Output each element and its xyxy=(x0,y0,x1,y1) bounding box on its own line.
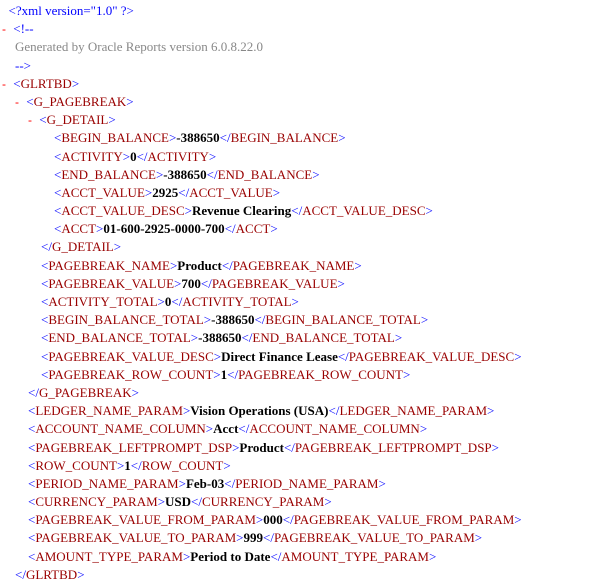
row-period-name-param: <PERIOD_NAME_PARAM>Feb-03</PERIOD_NAME_P… xyxy=(2,475,605,493)
row-pagebreak-value: <PAGEBREAK_VALUE>700</PAGEBREAK_VALUE> xyxy=(2,275,605,293)
row-pagebreak-row-count: <PAGEBREAK_ROW_COUNT>1</PAGEBREAK_ROW_CO… xyxy=(2,366,605,384)
row-pagebreak-leftprompt-dsp: <PAGEBREAK_LEFTPROMPT_DSP>Product</PAGEB… xyxy=(2,439,605,457)
row-amount-type-param: <AMOUNT_TYPE_PARAM>Period to Date</AMOUN… xyxy=(2,548,605,566)
close-G_DETAIL: </G_DETAIL> xyxy=(2,238,605,256)
row-row-count: <ROW_COUNT>1</ROW_COUNT> xyxy=(2,457,605,475)
comment-open: - <!-- xyxy=(2,20,605,38)
comment-text: Generated by Oracle Reports version 6.0.… xyxy=(2,38,605,56)
toggle-icon[interactable]: - xyxy=(2,77,6,91)
open-G_PAGEBREAK: - <G_PAGEBREAK> xyxy=(2,93,605,111)
open-GLRTBD: - <GLRTBD> xyxy=(2,75,605,93)
row-end-balance: <END_BALANCE>-388650</END_BALANCE> xyxy=(2,166,605,184)
row-acct-value: <ACCT_VALUE>2925</ACCT_VALUE> xyxy=(2,184,605,202)
toggle-icon[interactable]: - xyxy=(15,95,19,109)
row-acct-value-desc: <ACCT_VALUE_DESC>Revenue Clearing</ACCT_… xyxy=(2,202,605,220)
row-pagebreak-value-from-param: <PAGEBREAK_VALUE_FROM_PARAM>000</PAGEBRE… xyxy=(2,511,605,529)
toggle-icon[interactable]: - xyxy=(2,22,6,36)
row-activity-total: <ACTIVITY_TOTAL>0</ACTIVITY_TOTAL> xyxy=(2,293,605,311)
open-G_DETAIL: - <G_DETAIL> xyxy=(2,111,605,129)
row-pagebreak-value-desc: <PAGEBREAK_VALUE_DESC>Direct Finance Lea… xyxy=(2,348,605,366)
row-currency-param: <CURRENCY_PARAM>USD</CURRENCY_PARAM> xyxy=(2,493,605,511)
comment-close: --> xyxy=(2,57,605,75)
row-account-name-column: <ACCOUNT_NAME_COLUMN>Acct</ACCOUNT_NAME_… xyxy=(2,420,605,438)
row-acct: <ACCT>01-600-2925-0000-700</ACCT> xyxy=(2,220,605,238)
row-ledger-name-param: <LEDGER_NAME_PARAM>Vision Operations (US… xyxy=(2,402,605,420)
close-G_PAGEBREAK: </G_PAGEBREAK> xyxy=(2,384,605,402)
toggle-icon[interactable]: - xyxy=(28,113,32,127)
row-begin-balance: <BEGIN_BALANCE>-388650</BEGIN_BALANCE> xyxy=(2,129,605,147)
row-begin-balance-total: <BEGIN_BALANCE_TOTAL>-388650</BEGIN_BALA… xyxy=(2,311,605,329)
row-pagebreak-value-to-param: <PAGEBREAK_VALUE_TO_PARAM>999</PAGEBREAK… xyxy=(2,529,605,547)
xml-declaration: <?xml version="1.0" ?> xyxy=(2,2,605,20)
row-end-balance-total: <END_BALANCE_TOTAL>-388650</END_BALANCE_… xyxy=(2,329,605,347)
close-GLRTBD: </GLRTBD> xyxy=(2,566,605,584)
row-activity: <ACTIVITY>0</ACTIVITY> xyxy=(2,148,605,166)
row-pagebreak-name: <PAGEBREAK_NAME>Product</PAGEBREAK_NAME> xyxy=(2,257,605,275)
